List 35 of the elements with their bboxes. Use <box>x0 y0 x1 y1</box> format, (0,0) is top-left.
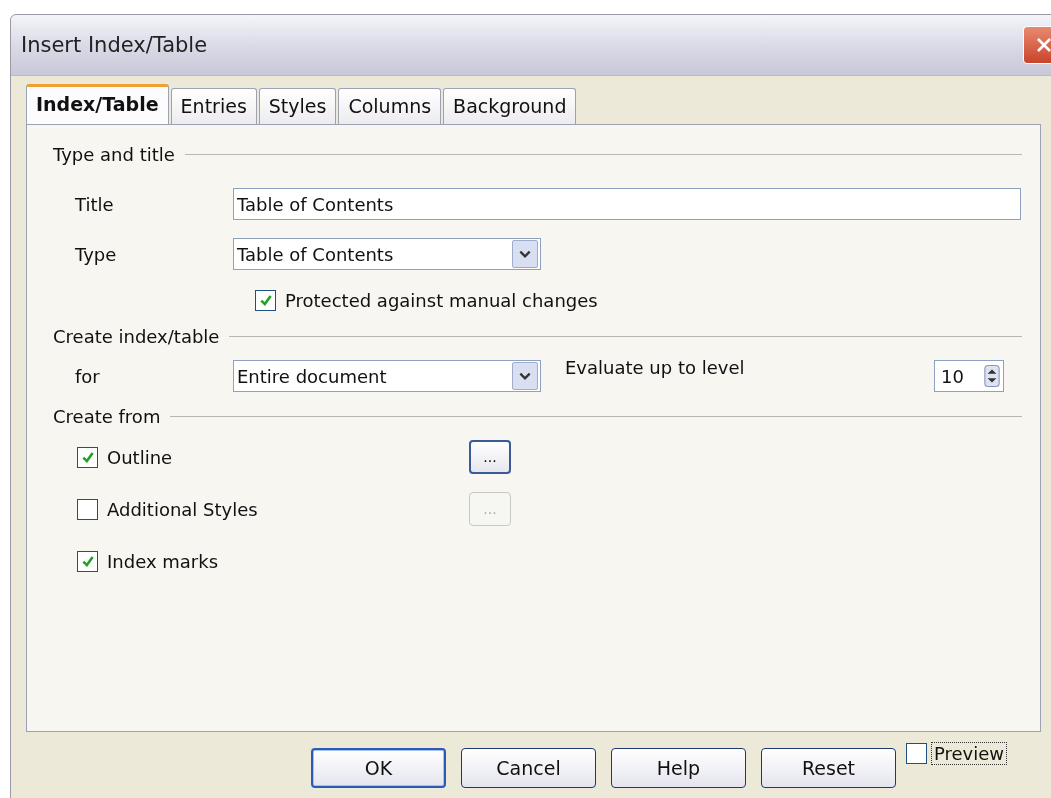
type-dropdown[interactable]: Table of Contents <box>233 238 541 270</box>
section-heading: Type and title <box>53 143 175 165</box>
checkbox-label: Index marks <box>107 550 220 572</box>
checkbox[interactable] <box>77 498 98 520</box>
tab[interactable]: Columns <box>338 88 442 124</box>
check-icon <box>258 293 273 307</box>
window-title: Insert Index/Table <box>21 33 208 57</box>
level-spinner[interactable]: 10 <box>934 360 1004 392</box>
check-icon <box>80 554 95 568</box>
dialog-button[interactable]: Cancel <box>461 748 596 788</box>
checkbox[interactable] <box>77 446 98 468</box>
tab[interactable]: Entries <box>170 88 257 124</box>
section-heading: Create index/table <box>53 325 220 347</box>
field-label: Type <box>75 243 118 265</box>
tab[interactable]: Styles <box>258 88 337 124</box>
field-label: Title <box>75 193 115 215</box>
checkbox[interactable] <box>906 743 927 764</box>
checkbox-label: Preview <box>931 742 1008 765</box>
tab[interactable]: Background <box>443 88 577 124</box>
tab[interactable]: Index/Table <box>26 84 169 124</box>
checkbox-label: Additional Styles <box>107 498 259 520</box>
title-field[interactable]: Table of Contents <box>233 188 1021 220</box>
checkbox-label: Outline <box>107 446 174 468</box>
field-label: Evaluate up to level <box>565 357 745 378</box>
field-label: for <box>75 365 101 387</box>
dialog-button[interactable]: Reset <box>761 748 896 788</box>
browse-button[interactable]: ... <box>469 440 511 474</box>
dialog-button[interactable]: Help <box>611 748 746 788</box>
dialog-button[interactable]: OK <box>311 748 446 788</box>
scope-dropdown[interactable]: Entire document <box>233 360 541 392</box>
check-icon <box>80 450 95 464</box>
checkbox-label: Protected against manual changes <box>285 289 598 311</box>
section-heading: Create from <box>53 405 161 427</box>
checkbox[interactable] <box>255 289 276 311</box>
checkbox[interactable] <box>77 550 98 572</box>
